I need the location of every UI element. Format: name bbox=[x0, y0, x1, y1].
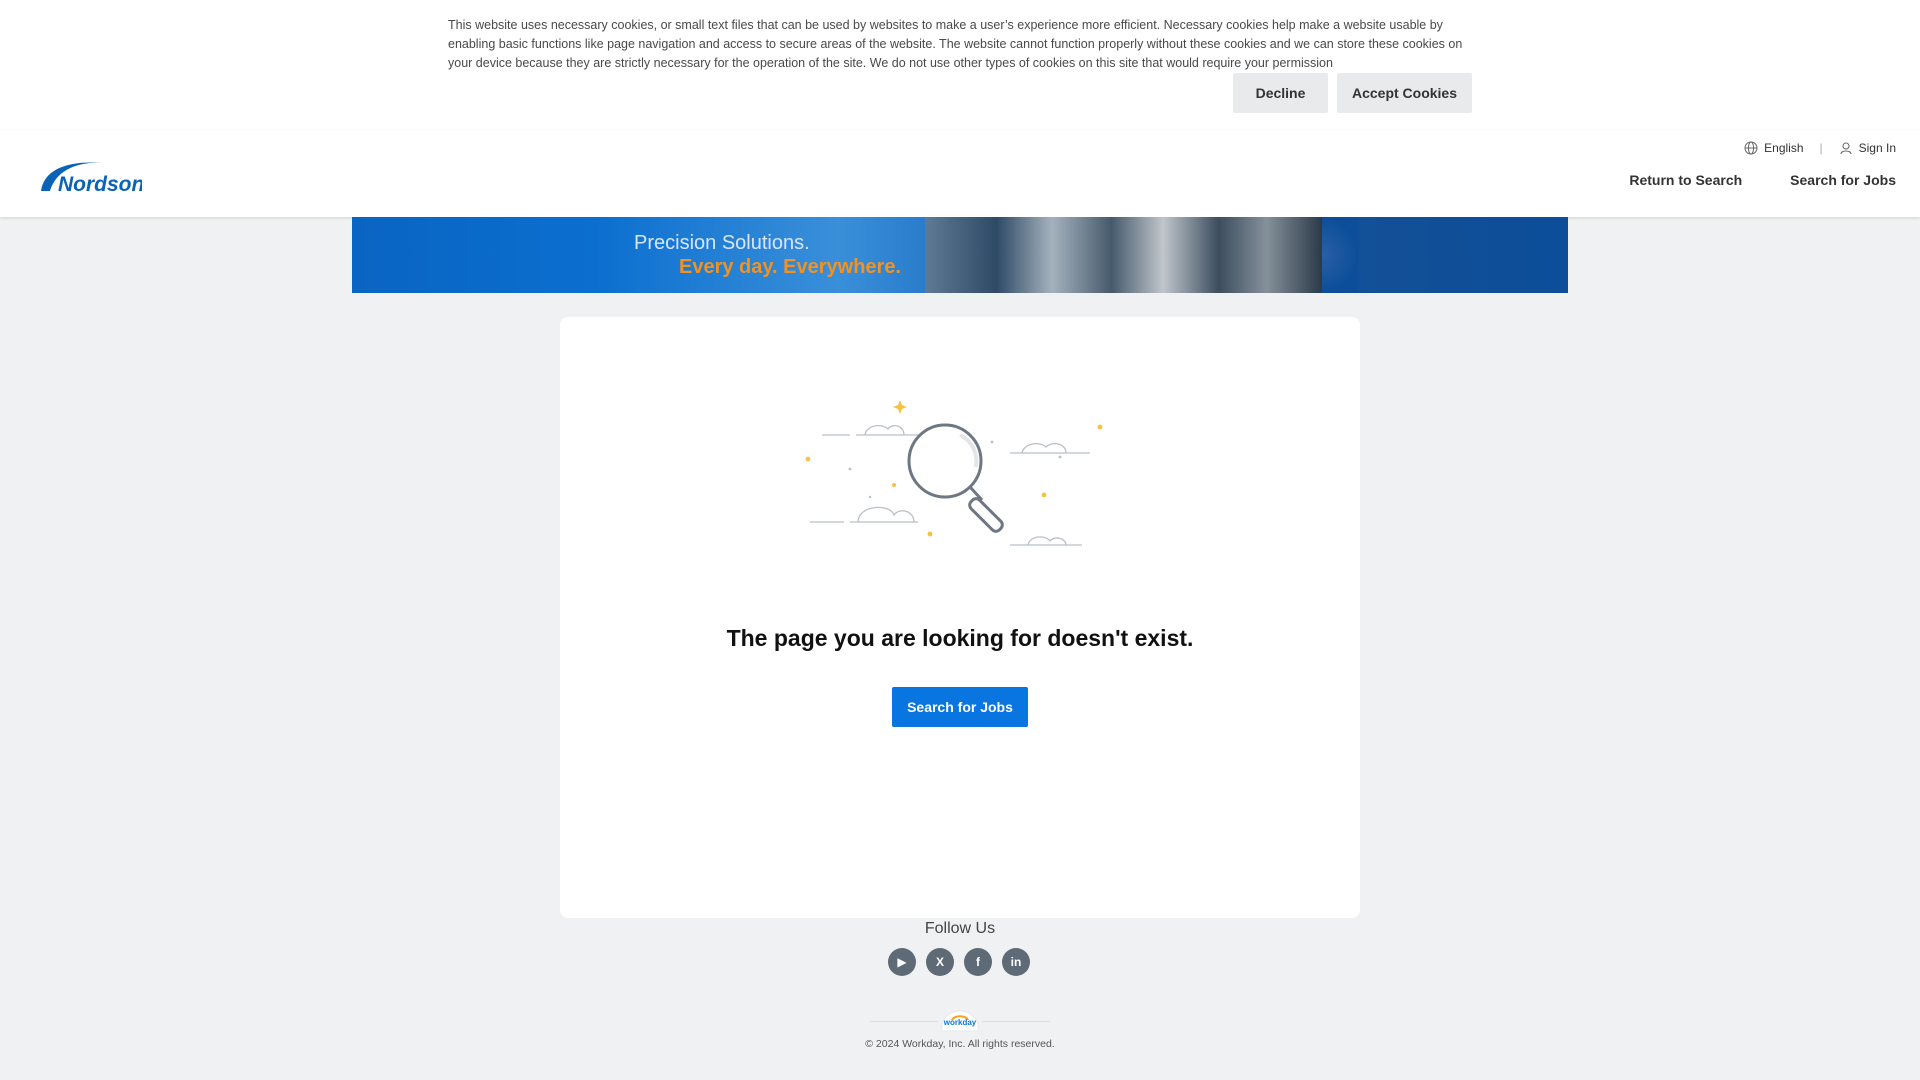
hero-tagline-1: Precision Solutions. bbox=[634, 232, 810, 254]
search-for-jobs-link[interactable]: Search for Jobs bbox=[1790, 172, 1896, 188]
x-icon[interactable]: X bbox=[926, 948, 954, 976]
site-header: Nordson English | Sign In Return to Sear… bbox=[0, 130, 1920, 217]
copyright-text: © 2024 Workday, Inc. All rights reserved… bbox=[865, 1038, 1055, 1050]
cookie-banner-text: This website uses necessary cookies, or … bbox=[448, 18, 1463, 70]
globe-icon bbox=[1744, 141, 1758, 155]
user-icon bbox=[1839, 141, 1853, 155]
youtube-icon[interactable]: ▶ bbox=[888, 948, 916, 976]
facebook-icon[interactable]: f bbox=[964, 948, 992, 976]
error-card: The page you are looking for doesn't exi… bbox=[560, 317, 1360, 918]
utility-bar: English | Sign In bbox=[1744, 140, 1896, 156]
workday-logo-text: workday bbox=[943, 1018, 977, 1027]
svg-text:Nordson: Nordson bbox=[58, 173, 142, 196]
decline-cookies-button[interactable]: Decline bbox=[1233, 73, 1328, 113]
error-title: The page you are looking for doesn't exi… bbox=[726, 625, 1194, 651]
hero-text: Precision Solutions. Every day. Everywhe… bbox=[634, 231, 901, 279]
social-links: ▶ X f in bbox=[888, 948, 1030, 976]
hero-photo bbox=[925, 217, 1322, 293]
linkedin-icon[interactable]: in bbox=[1002, 948, 1030, 976]
search-for-jobs-button[interactable]: Search for Jobs bbox=[892, 687, 1028, 727]
follow-us-label: Follow Us bbox=[924, 920, 996, 937]
cookie-banner: This website uses necessary cookies, or … bbox=[0, 0, 1920, 130]
hero-banner: Precision Solutions. Every day. Everywhe… bbox=[352, 217, 1568, 293]
magnifier-icon bbox=[800, 397, 1120, 557]
sign-in-link[interactable]: Sign In bbox=[1859, 141, 1896, 155]
return-to-search-link[interactable]: Return to Search bbox=[1629, 172, 1742, 188]
language-selector[interactable]: English bbox=[1764, 141, 1803, 155]
header-nav: Return to Search Search for Jobs bbox=[1629, 172, 1896, 188]
hero-photo-edge bbox=[1322, 217, 1358, 293]
nordson-logo-graphic: Nordson bbox=[41, 162, 144, 196]
hero-tagline-2: Every day. Everywhere. bbox=[679, 256, 901, 278]
utility-divider: | bbox=[1819, 141, 1823, 155]
accept-cookies-button[interactable]: Accept Cookies bbox=[1337, 73, 1472, 113]
nordson-logo[interactable]: Nordson bbox=[38, 155, 144, 197]
